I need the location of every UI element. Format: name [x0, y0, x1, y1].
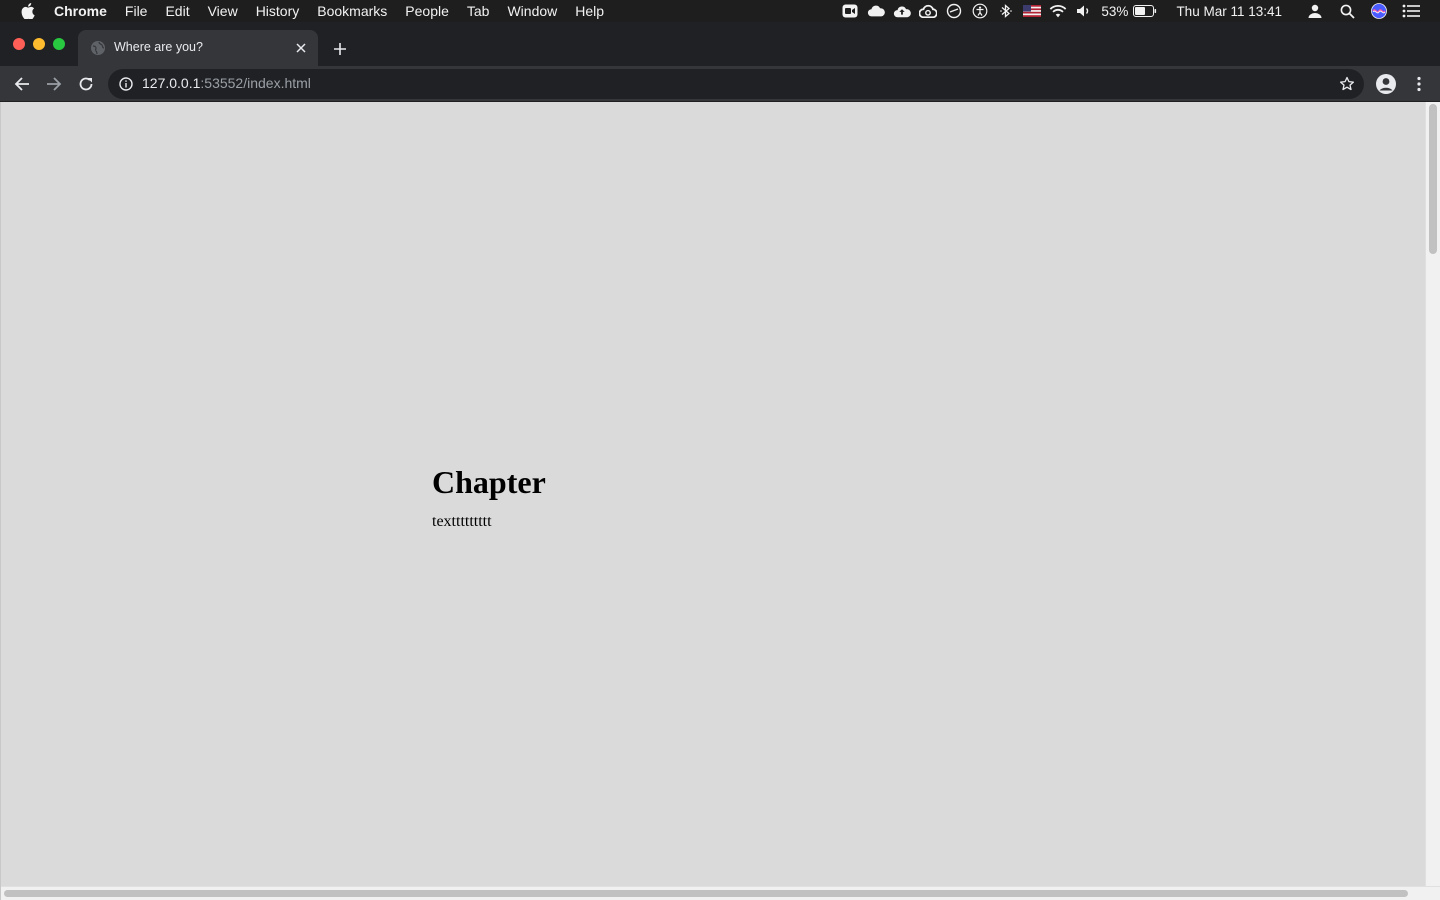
profile-avatar-icon[interactable] [1375, 73, 1397, 95]
browser-toolbar: 127.0.0.1:53552/index.html [0, 66, 1440, 102]
cloud-upload-icon[interactable] [893, 0, 912, 22]
menu-window[interactable]: Window [507, 0, 557, 22]
tab-close-icon[interactable] [292, 39, 310, 57]
menu-history[interactable]: History [256, 0, 300, 22]
menu-file[interactable]: File [125, 0, 148, 22]
control-center-icon[interactable] [1402, 0, 1420, 22]
user-icon[interactable] [1306, 0, 1324, 22]
cloud-icon[interactable] [867, 0, 886, 22]
tab-strip: Where are you? [0, 22, 1440, 66]
bluetooth-icon[interactable] [997, 0, 1015, 22]
clock[interactable]: Thu Mar 11 13:41 [1176, 4, 1282, 19]
horizontal-scroll-thumb[interactable] [4, 890, 1408, 897]
menu-edit[interactable]: Edit [165, 0, 189, 22]
url-text[interactable]: 127.0.0.1:53552/index.html [142, 75, 311, 91]
forward-button[interactable] [43, 73, 65, 95]
menu-help[interactable]: Help [575, 0, 604, 22]
menu-bookmarks[interactable]: Bookmarks [317, 0, 387, 22]
tab-active[interactable]: Where are you? [78, 30, 318, 66]
battery-percent: 53% [1101, 3, 1129, 19]
siri-icon[interactable] [1370, 0, 1388, 22]
page-heading: Chapter [432, 464, 546, 500]
horizontal-scrollbar[interactable] [1, 886, 1440, 900]
creative-cloud-icon[interactable] [919, 0, 938, 22]
menu-tab[interactable]: Tab [467, 0, 490, 22]
url-path: :53552/index.html [200, 75, 311, 91]
volume-icon[interactable] [1075, 0, 1093, 22]
address-bar[interactable]: 127.0.0.1:53552/index.html [108, 69, 1364, 99]
battery-icon[interactable] [1132, 0, 1158, 22]
new-tab-button[interactable] [330, 39, 350, 59]
info-icon[interactable] [118, 76, 134, 92]
back-button[interactable] [11, 73, 33, 95]
zoom-icon[interactable] [841, 0, 859, 22]
window-maximize-button[interactable] [53, 38, 65, 50]
spotlight-icon[interactable] [1338, 0, 1356, 22]
page-viewport: Chapter texttttttttt [0, 102, 1440, 900]
vertical-scrollbar[interactable] [1425, 102, 1440, 886]
menu-people[interactable]: People [405, 0, 449, 22]
menu-bar: Chrome File Edit View History Bookmarks … [0, 0, 1440, 22]
menu-view[interactable]: View [208, 0, 238, 22]
window-close-button[interactable] [13, 38, 25, 50]
window-minimize-button[interactable] [33, 38, 45, 50]
us-flag-icon[interactable] [1023, 0, 1042, 22]
url-host: 127.0.0.1 [142, 75, 201, 91]
page-text: texttttttttt [432, 513, 492, 530]
reload-button[interactable] [75, 73, 97, 95]
screen: Chrome File Edit View History Bookmarks … [0, 0, 1440, 900]
menu-app-chrome[interactable]: Chrome [54, 0, 107, 22]
status-area: 53% Thu Mar 11 13:41 [833, 0, 1440, 22]
sync-icon[interactable] [945, 0, 963, 22]
vertical-scroll-thumb[interactable] [1429, 104, 1437, 254]
page-content: Chapter texttttttttt [432, 460, 546, 532]
menu-kebab-icon[interactable] [1408, 73, 1430, 95]
accessibility-icon[interactable] [971, 0, 989, 22]
globe-icon [90, 40, 106, 56]
tab-title: Where are you? [114, 40, 203, 54]
apple-icon[interactable] [20, 0, 36, 22]
wifi-icon[interactable] [1049, 0, 1067, 22]
bookmark-star-icon[interactable] [1338, 75, 1356, 93]
